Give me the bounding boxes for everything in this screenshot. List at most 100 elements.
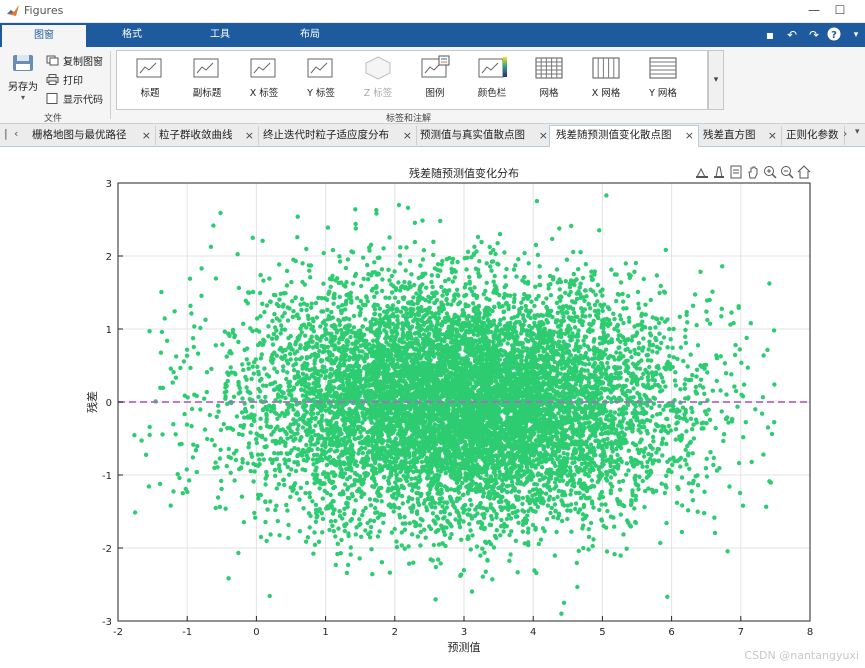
- scatter-point: [491, 545, 497, 550]
- xgrid-button[interactable]: X 网格: [579, 55, 633, 105]
- scatter-point: [626, 468, 631, 473]
- ygrid-button[interactable]: Y 网格: [636, 55, 690, 105]
- scatter-point: [287, 351, 293, 357]
- gallery-expand-button[interactable]: ▾: [708, 50, 724, 110]
- save-icon[interactable]: ▪: [762, 27, 778, 43]
- scatter-point: [695, 473, 700, 478]
- show-code-checkbox[interactable]: 显示代码: [46, 91, 103, 106]
- scatter-plot: -2 -1 0 1 2 3 4 5 6 7 8-3-2-10123残差随预测值变化分布预测值残差: [85, 166, 813, 654]
- close-icon[interactable]: ×: [142, 126, 151, 145]
- doc-tab-fitness[interactable]: 终止迭代时粒子适应度分布 ×: [257, 126, 417, 145]
- scatter-point: [473, 481, 479, 487]
- scatter-point: [377, 312, 383, 318]
- scatter-point: [612, 552, 617, 557]
- scatter-point: [380, 277, 385, 282]
- scatter-point: [470, 301, 476, 306]
- scatter-point: [430, 558, 435, 563]
- copy-figure-button[interactable]: 复制图窗: [46, 53, 103, 68]
- scatter-point: [480, 546, 485, 551]
- title-icon: [136, 58, 162, 78]
- doc-tab-pred-vs-true[interactable]: 预测值与真实值散点图 ×: [414, 126, 553, 145]
- minimize-icon[interactable]: —: [804, 2, 824, 18]
- undo-icon[interactable]: ↶: [784, 27, 800, 43]
- scatter-point: [711, 455, 716, 461]
- scatter-point: [648, 297, 653, 303]
- scatter-point: [597, 507, 602, 513]
- doc-tab-residual-scatter[interactable]: 残差随预测值变化散点图 ×: [549, 125, 699, 147]
- print-button[interactable]: 打印: [46, 72, 83, 87]
- scatter-point: [363, 446, 368, 451]
- ylabel-button[interactable]: Y 标签: [294, 55, 348, 105]
- tab-format[interactable]: 格式: [92, 23, 172, 47]
- scatter-point: [659, 316, 664, 321]
- scatter-point: [359, 534, 364, 539]
- tab-figure[interactable]: 图窗: [2, 25, 86, 47]
- scatter-point: [447, 512, 453, 517]
- scatter-point: [351, 313, 357, 319]
- close-icon[interactable]: ×: [768, 126, 777, 145]
- tab-scroll-next-icon[interactable]: ›: [843, 127, 847, 140]
- maximize-icon[interactable]: ☐: [830, 2, 850, 18]
- close-icon[interactable]: ×: [539, 126, 548, 145]
- scatter-point: [733, 388, 739, 394]
- scatter-point: [254, 440, 259, 446]
- scatter-point: [132, 510, 138, 515]
- scatter-point: [618, 351, 623, 356]
- scatter-point: [400, 521, 405, 526]
- scatter-point: [265, 507, 270, 512]
- colorbar-button[interactable]: 颜色栏: [465, 55, 519, 105]
- help-icon[interactable]: ?: [826, 27, 842, 43]
- scatter-point: [647, 364, 652, 370]
- scatter-point: [252, 510, 257, 516]
- save-as-button[interactable]: 另存为 ▾: [6, 53, 40, 102]
- scatter-point: [337, 254, 342, 259]
- doc-tab-residual-hist[interactable]: 残差直方图 ×: [697, 126, 782, 145]
- close-icon[interactable]: ×: [403, 126, 412, 145]
- scatter-point: [457, 524, 463, 530]
- tab-layout[interactable]: 布局: [268, 23, 352, 47]
- scatter-point: [271, 331, 276, 337]
- scatter-point: [631, 386, 636, 391]
- scatter-point: [392, 295, 398, 300]
- doc-tab-regularization[interactable]: 正则化参数: [780, 126, 845, 145]
- legend-button[interactable]: 图例: [408, 55, 462, 105]
- scatter-point: [406, 544, 411, 549]
- scatter-point: [171, 370, 176, 375]
- scatter-point: [461, 568, 467, 573]
- scatter-point: [554, 484, 559, 489]
- scatter-point: [519, 357, 524, 363]
- grid-button[interactable]: 网格: [522, 55, 576, 105]
- subtitle-button[interactable]: 副标题: [180, 55, 234, 105]
- close-icon[interactable]: ×: [685, 126, 694, 145]
- scatter-point: [601, 329, 606, 335]
- scatter-point: [600, 308, 605, 314]
- doc-tab-convergence[interactable]: 粒子群收敛曲线 ×: [153, 126, 259, 145]
- scatter-point: [312, 542, 318, 547]
- scatter-point: [224, 463, 229, 469]
- scatter-point: [282, 482, 287, 488]
- tab-scroll-left-icon[interactable]: |: [4, 127, 8, 140]
- close-icon[interactable]: ×: [245, 126, 254, 145]
- scatter-point: [365, 299, 370, 304]
- legend-icon: [421, 55, 450, 78]
- scatter-point: [277, 262, 282, 267]
- doc-tab-grid-map[interactable]: 栅格地图与最优路径 ×: [26, 126, 156, 145]
- tab-scroll-prev-icon[interactable]: ‹: [14, 127, 18, 140]
- scatter-point: [623, 261, 628, 266]
- redo-icon[interactable]: ↷: [806, 27, 822, 43]
- scatter-point: [633, 477, 638, 483]
- scatter-point: [674, 500, 680, 505]
- scatter-point: [536, 541, 541, 547]
- scatter-point: [545, 503, 551, 508]
- title-button[interactable]: 标题: [123, 55, 177, 105]
- scatter-point: [650, 414, 655, 419]
- tab-list-icon[interactable]: ▾: [855, 127, 860, 137]
- tab-tools[interactable]: 工具: [180, 23, 260, 47]
- scatter-point: [321, 250, 326, 256]
- scatter-point: [484, 261, 489, 266]
- scatter-point: [339, 537, 344, 543]
- scatter-point: [659, 340, 664, 346]
- ribbon-menu-icon[interactable]: ▾: [848, 27, 864, 43]
- xlabel-button[interactable]: X 标签: [237, 55, 291, 105]
- scatter-point: [256, 394, 261, 400]
